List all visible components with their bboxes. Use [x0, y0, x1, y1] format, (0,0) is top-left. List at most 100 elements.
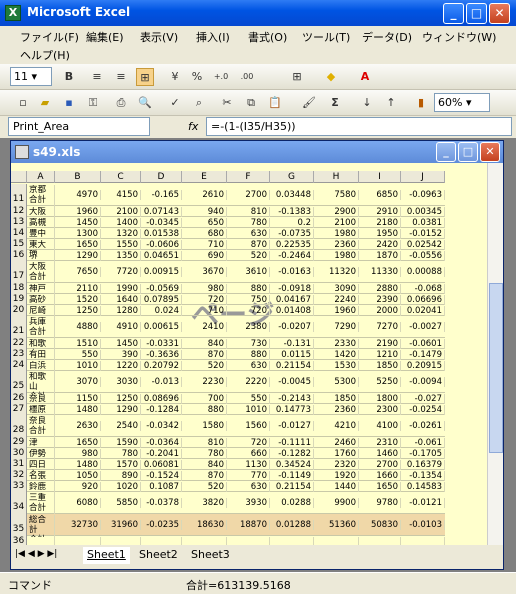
cell-value[interactable]: 1960 — [55, 207, 101, 217]
cell-value[interactable]: 1420 — [314, 350, 359, 360]
row-header[interactable]: 24 — [11, 360, 27, 371]
cell-label[interactable]: 奈良 合計 — [27, 416, 55, 438]
cell-value[interactable]: 980 — [55, 449, 101, 459]
font-size-select[interactable]: 11 ▾ — [10, 67, 52, 86]
tab-nav-icons[interactable]: |◀ ◀ ▶ ▶| — [15, 549, 57, 559]
fx-icon[interactable]: fx — [188, 120, 198, 133]
cell-value[interactable]: 720 — [182, 295, 227, 305]
zoom-select[interactable]: 60% ▾ — [434, 93, 490, 112]
cell-value[interactable]: 1570 — [101, 460, 141, 470]
cell-value[interactable]: 2100 — [101, 207, 141, 217]
cell-value[interactable]: -0.061 — [401, 438, 445, 448]
cell-value[interactable]: 880 — [182, 405, 227, 415]
menu-data[interactable]: データ(D) — [362, 29, 412, 45]
cell-value[interactable]: 750 — [227, 295, 270, 305]
column-header-i[interactable]: I — [359, 171, 401, 183]
cell-value[interactable] — [359, 537, 401, 545]
percent-button[interactable]: % — [188, 68, 206, 86]
cell-value[interactable]: 0.01408 — [270, 306, 314, 316]
cell-value[interactable]: 0.21154 — [270, 482, 314, 492]
cell-value[interactable]: 3030 — [101, 377, 141, 387]
menu-window[interactable]: ウィンドウ(W) — [422, 29, 496, 45]
cell-value[interactable]: 1050 — [55, 471, 101, 481]
cell-value[interactable]: 690 — [182, 251, 227, 261]
autosum-button[interactable]: Σ — [326, 94, 344, 112]
cell-value[interactable]: -0.0364 — [141, 438, 182, 448]
cell-value[interactable]: 0.06696 — [401, 295, 445, 305]
cell-value[interactable]: -0.0152 — [401, 229, 445, 239]
cell-value[interactable]: 2100 — [314, 218, 359, 228]
vertical-scroll-thumb[interactable] — [489, 283, 503, 453]
cell-value[interactable]: 680 — [182, 229, 227, 239]
cell-value[interactable]: 50830 — [359, 520, 401, 530]
cell-value[interactable]: 650 — [182, 218, 227, 228]
sort-asc-icon[interactable]: ↓ — [358, 94, 376, 112]
cell-label[interactable] — [27, 537, 55, 545]
cell-value[interactable]: 720 — [227, 306, 270, 316]
cell-value[interactable] — [55, 537, 101, 545]
cell-value[interactable]: 4100 — [359, 421, 401, 431]
row-header[interactable]: 26 — [11, 393, 27, 404]
cell-value[interactable]: 1020 — [101, 482, 141, 492]
cell-value[interactable]: 1250 — [101, 394, 141, 404]
cell-value[interactable]: -0.1284 — [141, 405, 182, 415]
cell-value[interactable]: 6850 — [359, 190, 401, 200]
cell-value[interactable]: -0.2041 — [141, 449, 182, 459]
select-all-corner[interactable] — [11, 171, 27, 183]
cell-value[interactable]: 18870 — [227, 520, 270, 530]
cell-value[interactable]: -0.1282 — [270, 449, 314, 459]
menu-view[interactable]: 表示(V) — [140, 29, 178, 45]
cell-value[interactable]: 1520 — [55, 295, 101, 305]
cell-value[interactable]: 0.03448 — [270, 190, 314, 200]
cell-value[interactable]: -0.0963 — [401, 190, 445, 200]
fill-color-icon[interactable]: ◆ — [322, 68, 340, 86]
cell-value[interactable]: 18630 — [182, 520, 227, 530]
cell-value[interactable]: 7270 — [359, 322, 401, 332]
row-header[interactable]: 14 — [11, 228, 27, 239]
cell-value[interactable]: 2180 — [359, 218, 401, 228]
cell-value[interactable]: 0.34524 — [270, 460, 314, 470]
cell-value[interactable]: -0.2143 — [270, 394, 314, 404]
cell-value[interactable]: 2390 — [359, 295, 401, 305]
cell-value[interactable]: -0.165 — [141, 190, 182, 200]
cell-value[interactable]: 2000 — [359, 306, 401, 316]
sort-desc-icon[interactable]: ↑ — [382, 94, 400, 112]
cell-value[interactable]: 1660 — [359, 471, 401, 481]
cell-value[interactable]: 1210 — [359, 350, 401, 360]
align-center-icon[interactable]: ≡ — [112, 68, 130, 86]
cell-value[interactable]: -0.0331 — [141, 339, 182, 349]
row-header[interactable]: 28 — [11, 415, 27, 437]
cell-value[interactable]: 2410 — [182, 322, 227, 332]
inc-decimal-button[interactable]: +.0 — [210, 68, 232, 86]
column-header-e[interactable]: E — [182, 171, 227, 183]
cell-value[interactable]: 0.20792 — [141, 361, 182, 371]
cell-value[interactable]: 2900 — [314, 207, 359, 217]
cell-value[interactable]: -0.0601 — [401, 339, 445, 349]
cell-value[interactable]: 1150 — [55, 394, 101, 404]
row-header[interactable]: 25 — [11, 371, 27, 393]
align-left-icon[interactable]: ≡ — [88, 68, 106, 86]
row-header[interactable]: 27 — [11, 404, 27, 415]
cell-value[interactable]: 2700 — [359, 460, 401, 470]
cell-value[interactable]: -0.068 — [401, 284, 445, 294]
cell-label[interactable]: 総合計 合計 — [27, 515, 55, 537]
cell-value[interactable]: 0.14583 — [401, 482, 445, 492]
cell-value[interactable]: 0.0115 — [270, 350, 314, 360]
cell-label[interactable]: 兵庫 合計 — [27, 317, 55, 339]
row-header[interactable]: 32 — [11, 470, 27, 481]
cell-value[interactable]: 7290 — [314, 322, 359, 332]
cell-value[interactable]: 5300 — [314, 377, 359, 387]
cell-value[interactable]: 0.00615 — [141, 322, 182, 332]
row-header[interactable]: 35 — [11, 514, 27, 536]
cell-value[interactable]: 1250 — [55, 306, 101, 316]
cell-value[interactable]: 840 — [182, 460, 227, 470]
column-header-h[interactable]: H — [314, 171, 359, 183]
research-icon[interactable]: ⌕ — [190, 94, 208, 112]
new-icon[interactable]: ▫ — [14, 94, 32, 112]
cell-value[interactable]: 7650 — [55, 267, 101, 277]
paste-icon[interactable]: 📋 — [266, 94, 284, 112]
cell-value[interactable]: 2360 — [314, 405, 359, 415]
copy-icon[interactable]: ⧉ — [242, 94, 260, 112]
cell-value[interactable]: 2420 — [359, 240, 401, 250]
cell-value[interactable]: 0.14773 — [270, 405, 314, 415]
